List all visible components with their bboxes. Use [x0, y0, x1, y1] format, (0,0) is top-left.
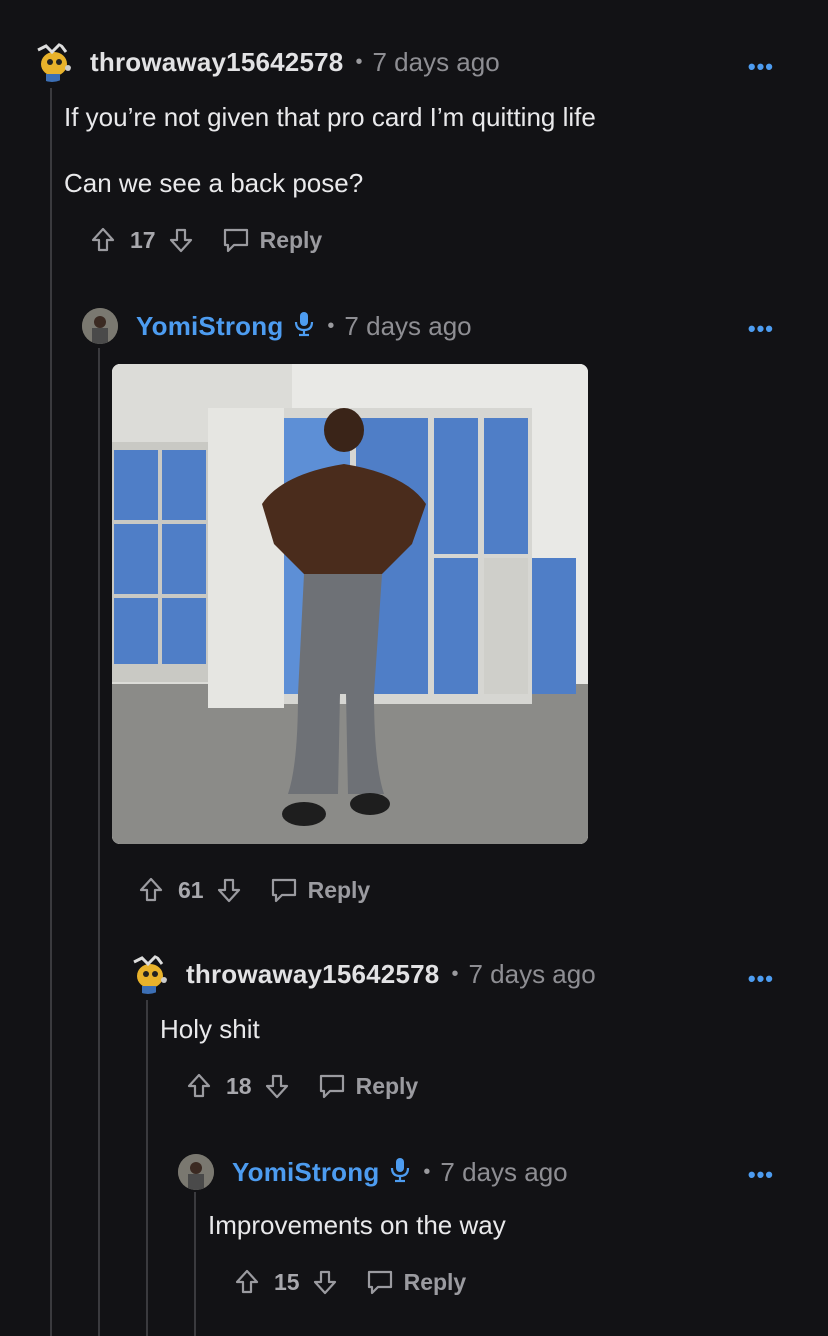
mic-icon — [293, 310, 315, 343]
comment-4-header: YomiStrong • 7 days ago — [178, 1152, 568, 1192]
downvote-icon[interactable] — [312, 1268, 338, 1296]
comment-bubble-icon[interactable] — [318, 1072, 346, 1100]
comment-4-actions: 15 Reply — [234, 1264, 466, 1300]
upvote-icon[interactable] — [234, 1268, 260, 1296]
thread-line-4[interactable] — [194, 1192, 196, 1336]
upvote-icon[interactable] — [186, 1072, 212, 1100]
vote-count: 17 — [130, 226, 156, 253]
vote-count: 15 — [274, 1268, 300, 1295]
upvote-icon[interactable] — [90, 226, 116, 254]
vote-count: 18 — [226, 1072, 252, 1099]
snoo-avatar-icon — [37, 42, 71, 82]
profile-photo-icon — [178, 1154, 214, 1190]
username[interactable]: throwaway15642578 — [90, 47, 343, 78]
thread-line-3[interactable] — [146, 1000, 148, 1336]
reply-button[interactable]: Reply — [260, 227, 323, 254]
comment-4-text: Improvements on the way — [208, 1210, 506, 1240]
user-avatar[interactable] — [178, 1154, 214, 1190]
comment-1-line-2: Can we see a back pose? — [64, 168, 364, 198]
reply-button[interactable]: Reply — [308, 877, 371, 904]
thread-line-1[interactable] — [50, 88, 52, 1336]
timestamp: 7 days ago — [468, 958, 596, 989]
more-options-icon[interactable]: ••• — [748, 54, 774, 80]
mic-icon — [389, 1156, 411, 1189]
comment-3-actions: 18 Reply — [186, 1068, 418, 1104]
user-avatar[interactable] — [32, 42, 72, 82]
comment-3-text: Holy shit — [160, 1014, 260, 1044]
reply-button[interactable]: Reply — [404, 1269, 467, 1296]
separator-dot: • — [451, 962, 459, 985]
thread-line-2[interactable] — [98, 348, 100, 1336]
comment-2-header: YomiStrong • 7 days ago — [82, 306, 472, 346]
comment-3-header: throwaway15642578 • 7 days ago — [128, 954, 596, 994]
username[interactable]: YomiStrong — [232, 1157, 379, 1188]
downvote-icon[interactable] — [168, 226, 194, 254]
timestamp: 7 days ago — [344, 310, 472, 341]
timestamp: 7 days ago — [372, 46, 500, 77]
comment-image[interactable] — [112, 364, 588, 844]
comment-1-actions: 17 Reply — [90, 222, 322, 258]
vote-count: 61 — [178, 876, 204, 903]
reply-button[interactable]: Reply — [356, 1073, 419, 1100]
user-avatar[interactable] — [128, 954, 168, 994]
comment-1-line-1: If you’re not given that pro card I’m qu… — [64, 102, 596, 132]
comment-1-header: throwaway15642578 • 7 days ago — [32, 42, 500, 82]
upvote-icon[interactable] — [138, 876, 164, 904]
more-options-icon[interactable]: ••• — [748, 966, 774, 992]
user-avatar[interactable] — [82, 308, 118, 344]
comment-bubble-icon[interactable] — [222, 226, 250, 254]
separator-dot: • — [355, 50, 363, 73]
downvote-icon[interactable] — [216, 876, 242, 904]
comment-bubble-icon[interactable] — [366, 1268, 394, 1296]
locker-room-photo — [112, 364, 588, 844]
username[interactable]: YomiStrong — [136, 311, 283, 342]
separator-dot: • — [327, 314, 335, 337]
more-options-icon[interactable]: ••• — [748, 1162, 774, 1188]
separator-dot: • — [423, 1160, 431, 1183]
more-options-icon[interactable]: ••• — [748, 316, 774, 342]
comment-bubble-icon[interactable] — [270, 876, 298, 904]
downvote-icon[interactable] — [264, 1072, 290, 1100]
snoo-avatar-icon — [133, 954, 167, 994]
profile-photo-icon — [82, 308, 118, 344]
username[interactable]: throwaway15642578 — [186, 959, 439, 990]
comment-2-actions: 61 Reply — [138, 872, 370, 908]
timestamp: 7 days ago — [440, 1156, 568, 1187]
